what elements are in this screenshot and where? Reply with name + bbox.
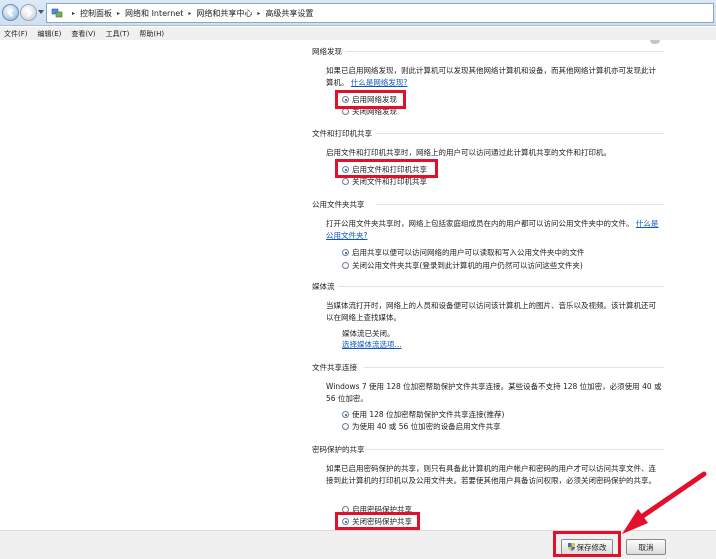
section-description: 启用文件和打印机共享时，网络上的用户可以访问通过此计算机共享的文件和打印机。 <box>326 148 611 157</box>
breadcrumb-item[interactable]: 网络和 Internet <box>125 8 183 19</box>
forward-button[interactable] <box>20 4 37 21</box>
highlight-box <box>335 512 420 530</box>
radio-selected-icon[interactable] <box>342 249 349 256</box>
breadcrumb-separator-icon[interactable]: ▸ <box>188 10 191 17</box>
radio-option[interactable]: 关闭公用文件夹共享(登录到此计算机的用户仍然可以访问这些文件夹) <box>342 260 583 271</box>
address-box[interactable]: ▸ 控制面板 ▸ 网络和 Internet ▸ 网络和共享中心 ▸ 高级共享设置 <box>46 3 714 23</box>
section-description: 当媒体流打开时，网络上的人员和设备便可以访问该计算机上的图片、音乐以及视频。该计… <box>326 301 656 322</box>
breadcrumb-separator-icon[interactable]: ▸ <box>72 10 75 17</box>
section-title: 文件和打印机共享 <box>312 129 372 138</box>
section-description: Windows 7 使用 128 位加密帮助保护文件共享连接。某些设备不支持 1… <box>326 382 662 403</box>
menu-view[interactable]: 查看(V) <box>71 29 95 39</box>
forward-arrow-icon <box>26 8 33 18</box>
recent-pages-chevron-icon[interactable] <box>38 10 44 14</box>
section-title: 网络发现 <box>312 47 342 56</box>
menu-edit[interactable]: 编辑(E) <box>38 29 62 39</box>
radio-unselected-icon[interactable] <box>342 423 349 430</box>
media-options-row: 选择媒体流选项... <box>342 339 642 351</box>
menu-help[interactable]: 帮助(H) <box>139 29 164 39</box>
settings-content: 网络发现 如果已启用网络发现，则此计算机可以发现其他网络计算机和设备，而其他网络… <box>0 40 716 530</box>
collapse-chevron-icon[interactable] <box>650 40 660 44</box>
section-title: 公用文件夹共享 <box>312 200 365 209</box>
advanced-sharing-window: ▸ 控制面板 ▸ 网络和 Internet ▸ 网络和共享中心 ▸ 高级共享设置… <box>0 0 716 559</box>
media-options-link[interactable]: 选择媒体流选项... <box>342 340 402 349</box>
highlight-box <box>335 159 438 178</box>
section-divider <box>376 204 664 205</box>
section-divider <box>364 449 664 450</box>
section-divider <box>346 51 664 52</box>
menu-file[interactable]: 文件(F) <box>4 29 28 39</box>
menu-tools[interactable]: 工具(T) <box>106 29 130 39</box>
radio-unselected-icon[interactable] <box>342 262 349 269</box>
back-arrow-icon <box>7 8 14 18</box>
section-title: 密码保护的共享 <box>312 445 365 454</box>
section-public-folder-sharing: 公用文件夹共享 打开公用文件夹共享时，网络上包括家庭组成员在内的用户都可以访问公… <box>312 199 664 277</box>
section-description: 打开公用文件夹共享时，网络上包括家庭组成员在内的用户都可以访问公用文件夹中的文件… <box>326 219 659 240</box>
address-bar: ▸ 控制面板 ▸ 网络和 Internet ▸ 网络和共享中心 ▸ 高级共享设置 <box>0 0 716 26</box>
breadcrumb-item[interactable]: 网络和共享中心 <box>196 8 252 19</box>
radio-option[interactable]: 使用 128 位加密帮助保护文件共享连接(推荐) <box>342 409 504 420</box>
radio-unselected-icon[interactable] <box>342 108 349 115</box>
cancel-button[interactable]: 取消 <box>626 539 666 555</box>
breadcrumb-item[interactable]: 控制面板 <box>80 8 112 19</box>
section-file-sharing-connections: 文件共享连接 Windows 7 使用 128 位加密帮助保护文件共享连接。某些… <box>312 362 664 434</box>
section-media-streaming: 媒体流 当媒体流打开时，网络上的人员和设备便可以访问该计算机上的图片、音乐以及视… <box>312 281 664 353</box>
network-icon <box>51 8 63 18</box>
radio-option[interactable]: 启用共享以便可以访问网络的用户可以读取和写入公用文件夹中的文件 <box>342 247 585 258</box>
menu-bar: 文件(F) 编辑(E) 查看(V) 工具(T) 帮助(H) <box>0 27 716 40</box>
breadcrumb-item[interactable]: 高级共享设置 <box>265 8 313 19</box>
red-arrow-annotation-icon <box>622 471 707 534</box>
section-title: 文件共享连接 <box>312 363 357 372</box>
highlight-box <box>335 90 406 109</box>
section-divider <box>338 286 664 287</box>
section-divider <box>364 367 664 368</box>
radio-option[interactable]: 为使用 40 或 56 位加密的设备启用文件共享 <box>342 421 501 432</box>
radio-selected-icon[interactable] <box>342 411 349 418</box>
back-button[interactable] <box>2 4 19 21</box>
breadcrumb-separator-icon[interactable]: ▸ <box>257 10 260 17</box>
section-description: 如果已启用网络发现，则此计算机可以发现其他网络计算机和设备，而其他网络计算机亦可… <box>326 66 656 87</box>
section-divider <box>376 133 664 134</box>
radio-unselected-icon[interactable] <box>342 178 349 185</box>
breadcrumb: ▸ 控制面板 ▸ 网络和 Internet ▸ 网络和共享中心 ▸ 高级共享设置 <box>67 4 313 22</box>
help-link[interactable]: 什么是网络发现? <box>351 78 407 87</box>
breadcrumb-separator-icon[interactable]: ▸ <box>117 10 120 17</box>
section-title: 媒体流 <box>312 282 335 291</box>
